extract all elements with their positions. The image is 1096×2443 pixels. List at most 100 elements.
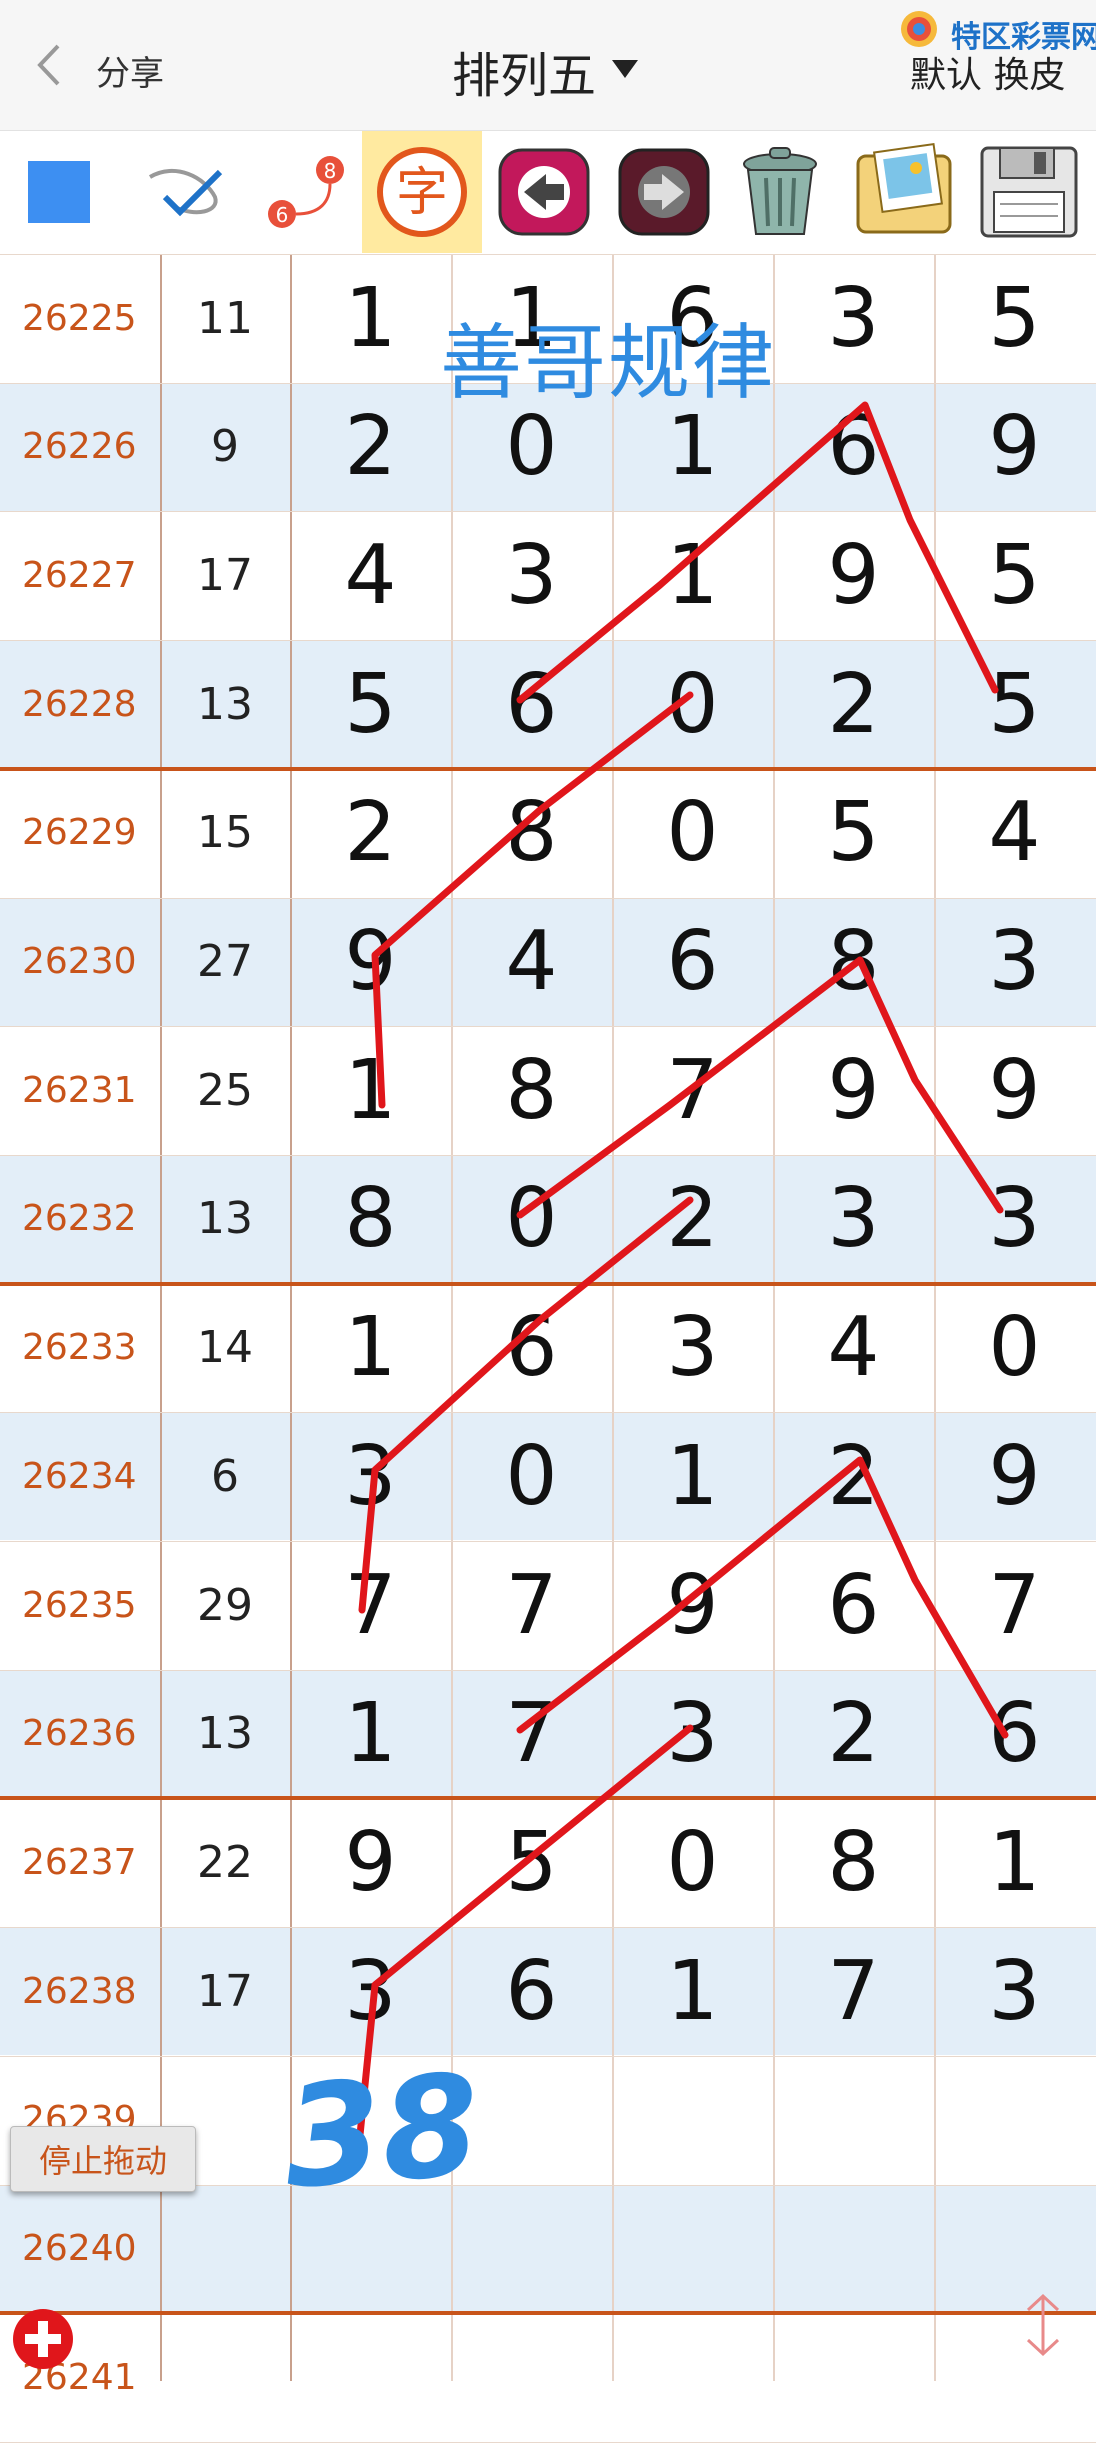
digit-cell[interactable]: 5 — [934, 640, 1095, 768]
save-button[interactable] — [970, 139, 1088, 245]
digit-cell[interactable]: 1 — [290, 1026, 451, 1154]
digit-cell[interactable] — [290, 2056, 451, 2184]
digit-cell[interactable]: 4 — [934, 769, 1095, 897]
digit-cell[interactable]: 3 — [612, 1670, 773, 1798]
digit-cell[interactable]: 3 — [612, 1284, 773, 1412]
digit-cell[interactable] — [773, 2056, 934, 2184]
skin-switch-link[interactable]: 默认 换皮 — [910, 46, 1065, 98]
digit-cell[interactable] — [934, 2056, 1095, 2184]
digit-cell[interactable] — [773, 2185, 934, 2313]
digit-cell[interactable]: 7 — [612, 1026, 773, 1154]
digit-cell[interactable]: 4 — [773, 1284, 934, 1412]
digit-cell[interactable]: 3 — [290, 1927, 451, 2055]
digit-cell[interactable]: 1 — [934, 1798, 1095, 1926]
line-tool-button[interactable]: 8 6 — [255, 139, 355, 245]
digit-cell[interactable]: 8 — [451, 769, 612, 897]
digit-cell[interactable]: 6 — [773, 383, 934, 511]
digit-cell[interactable]: 0 — [612, 1798, 773, 1926]
digit-cell[interactable]: 2 — [290, 383, 451, 511]
digit-cell[interactable]: 7 — [290, 1541, 451, 1669]
digit-cell[interactable]: 9 — [934, 1026, 1095, 1154]
caret-down-icon[interactable] — [612, 60, 638, 78]
digit-cell[interactable] — [934, 2185, 1095, 2313]
digit-cell[interactable]: 7 — [451, 1541, 612, 1669]
digit-cell[interactable]: 0 — [612, 769, 773, 897]
digit-cell[interactable]: 5 — [934, 511, 1095, 639]
digit-cell[interactable]: 3 — [934, 1927, 1095, 2055]
undo-button[interactable] — [492, 139, 596, 245]
digit-cell[interactable]: 9 — [773, 511, 934, 639]
digit-cell[interactable]: 6 — [612, 898, 773, 1026]
text-tool-button[interactable]: 字 — [362, 131, 482, 253]
digit-cell[interactable]: 9 — [290, 1798, 451, 1926]
digit-cell[interactable]: 0 — [451, 383, 612, 511]
digit-cell[interactable]: 2 — [773, 640, 934, 768]
digit-cell[interactable]: 3 — [451, 511, 612, 639]
digit-cell[interactable]: 3 — [934, 898, 1095, 1026]
stop-drag-button[interactable]: 停止拖动 — [10, 2126, 196, 2192]
plus-icon[interactable] — [10, 2306, 76, 2372]
digit-cell[interactable]: 7 — [451, 1670, 612, 1798]
pen-tool-button[interactable] — [140, 139, 240, 245]
digit-cell[interactable]: 3 — [773, 254, 934, 382]
digit-cell[interactable]: 9 — [290, 898, 451, 1026]
digit-cell[interactable]: 7 — [773, 1927, 934, 2055]
digit-cell[interactable] — [451, 2185, 612, 2313]
digit-cell[interactable] — [451, 2313, 612, 2441]
share-link[interactable]: 分享 — [96, 46, 164, 95]
digit-cell[interactable]: 3 — [290, 1412, 451, 1540]
digit-cell[interactable]: 9 — [934, 383, 1095, 511]
digit-cell[interactable]: 2 — [612, 1155, 773, 1283]
digit-cell[interactable]: 6 — [451, 640, 612, 768]
digit-cell[interactable] — [612, 2056, 773, 2184]
image-button[interactable] — [845, 139, 965, 245]
digit-cell[interactable]: 1 — [290, 1284, 451, 1412]
digit-cell[interactable]: 6 — [773, 1541, 934, 1669]
digit-cell[interactable]: 8 — [290, 1155, 451, 1283]
digit-cell[interactable]: 6 — [612, 254, 773, 382]
digit-cell[interactable]: 5 — [773, 769, 934, 897]
digit-cell[interactable]: 1 — [612, 1927, 773, 2055]
digit-cell[interactable] — [290, 2313, 451, 2441]
digit-cell[interactable] — [290, 2185, 451, 2313]
digit-cell[interactable]: 8 — [773, 898, 934, 1026]
digit-cell[interactable]: 5 — [290, 640, 451, 768]
digit-cell[interactable] — [934, 2313, 1095, 2441]
digit-cell[interactable]: 6 — [451, 1927, 612, 2055]
digit-cell[interactable]: 9 — [934, 1412, 1095, 1540]
digit-cell[interactable]: 5 — [451, 1798, 612, 1926]
resize-arrows-icon[interactable] — [1020, 2290, 1066, 2360]
digit-cell[interactable]: 6 — [934, 1670, 1095, 1798]
digit-cell[interactable] — [773, 2313, 934, 2441]
digit-cell[interactable]: 0 — [451, 1412, 612, 1540]
digit-cell[interactable] — [612, 2313, 773, 2441]
digit-cell[interactable]: 0 — [612, 640, 773, 768]
digit-cell[interactable]: 4 — [451, 898, 612, 1026]
digit-cell[interactable]: 2 — [773, 1412, 934, 1540]
digit-cell[interactable]: 0 — [451, 1155, 612, 1283]
color-picker-button[interactable] — [28, 139, 90, 245]
digit-cell[interactable]: 4 — [290, 511, 451, 639]
digit-cell[interactable]: 3 — [773, 1155, 934, 1283]
digit-cell[interactable]: 8 — [773, 1798, 934, 1926]
digit-cell[interactable]: 2 — [290, 769, 451, 897]
digit-cell[interactable]: 6 — [451, 1284, 612, 1412]
digit-cell[interactable] — [612, 2185, 773, 2313]
digit-cell[interactable]: 9 — [773, 1026, 934, 1154]
digit-cell[interactable]: 1 — [451, 254, 612, 382]
digit-cell[interactable]: 7 — [934, 1541, 1095, 1669]
digit-cell[interactable]: 3 — [934, 1155, 1095, 1283]
digit-cell[interactable]: 9 — [612, 1541, 773, 1669]
digit-cell[interactable]: 1 — [290, 254, 451, 382]
digit-cell[interactable]: 1 — [612, 511, 773, 639]
digit-cell[interactable]: 2 — [773, 1670, 934, 1798]
digit-cell[interactable]: 0 — [934, 1284, 1095, 1412]
digit-cell[interactable]: 1 — [612, 1412, 773, 1540]
digit-cell[interactable]: 1 — [612, 383, 773, 511]
clear-button[interactable] — [728, 139, 832, 245]
digit-cell[interactable]: 1 — [290, 1670, 451, 1798]
digit-cell[interactable]: 8 — [451, 1026, 612, 1154]
back-arrow-icon[interactable] — [30, 40, 70, 90]
digit-cell[interactable]: 5 — [934, 254, 1095, 382]
redo-button[interactable] — [612, 139, 716, 245]
